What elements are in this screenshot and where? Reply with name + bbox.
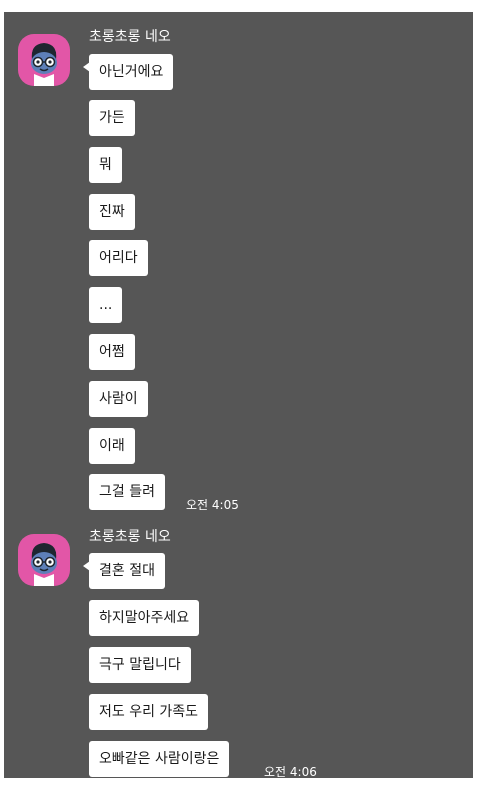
message-bubble[interactable]: 하지말아주세요 xyxy=(89,600,200,636)
message-bubble[interactable]: 저도 우리 가족도 xyxy=(89,694,209,730)
chat-area[interactable]: 초롱초롱 네오 아닌거에요 가든 뭐 진짜 어리다 ... 어쩜 사람이 이래 … xyxy=(4,12,473,778)
message-bubble[interactable]: 가든 xyxy=(89,100,135,136)
message-bubble[interactable]: 사람이 xyxy=(89,381,148,417)
message-bubble[interactable]: 아닌거에요 xyxy=(82,54,174,90)
message-bubble[interactable]: 어리다 xyxy=(89,240,148,276)
message-bubble[interactable]: ... xyxy=(89,287,123,323)
sender-name: 초롱초롱 네오 xyxy=(89,29,171,45)
message-bubble[interactable]: 오빠같은 사람이랑은 xyxy=(89,741,230,777)
message-bubble[interactable]: 이래 xyxy=(89,428,135,464)
neo-profile-icon xyxy=(31,543,57,586)
neo-profile-icon xyxy=(31,43,57,86)
message-bubble[interactable]: 뭐 xyxy=(89,147,122,183)
message-bubble[interactable]: 결혼 절대 xyxy=(83,553,165,589)
sender-name: 초롱초롱 네오 xyxy=(89,529,171,545)
message-timestamp: 오전 4:06 xyxy=(264,765,317,778)
sender-avatar[interactable] xyxy=(18,34,70,86)
message-bubble[interactable]: 그걸 들려 xyxy=(89,474,165,510)
sender-avatar[interactable] xyxy=(18,534,70,586)
message-bubble[interactable]: 극구 말립니다 xyxy=(89,647,191,683)
message-bubble[interactable]: 진짜 xyxy=(89,194,135,230)
message-bubble[interactable]: 어쩜 xyxy=(89,334,135,370)
message-timestamp: 오전 4:05 xyxy=(186,498,239,512)
